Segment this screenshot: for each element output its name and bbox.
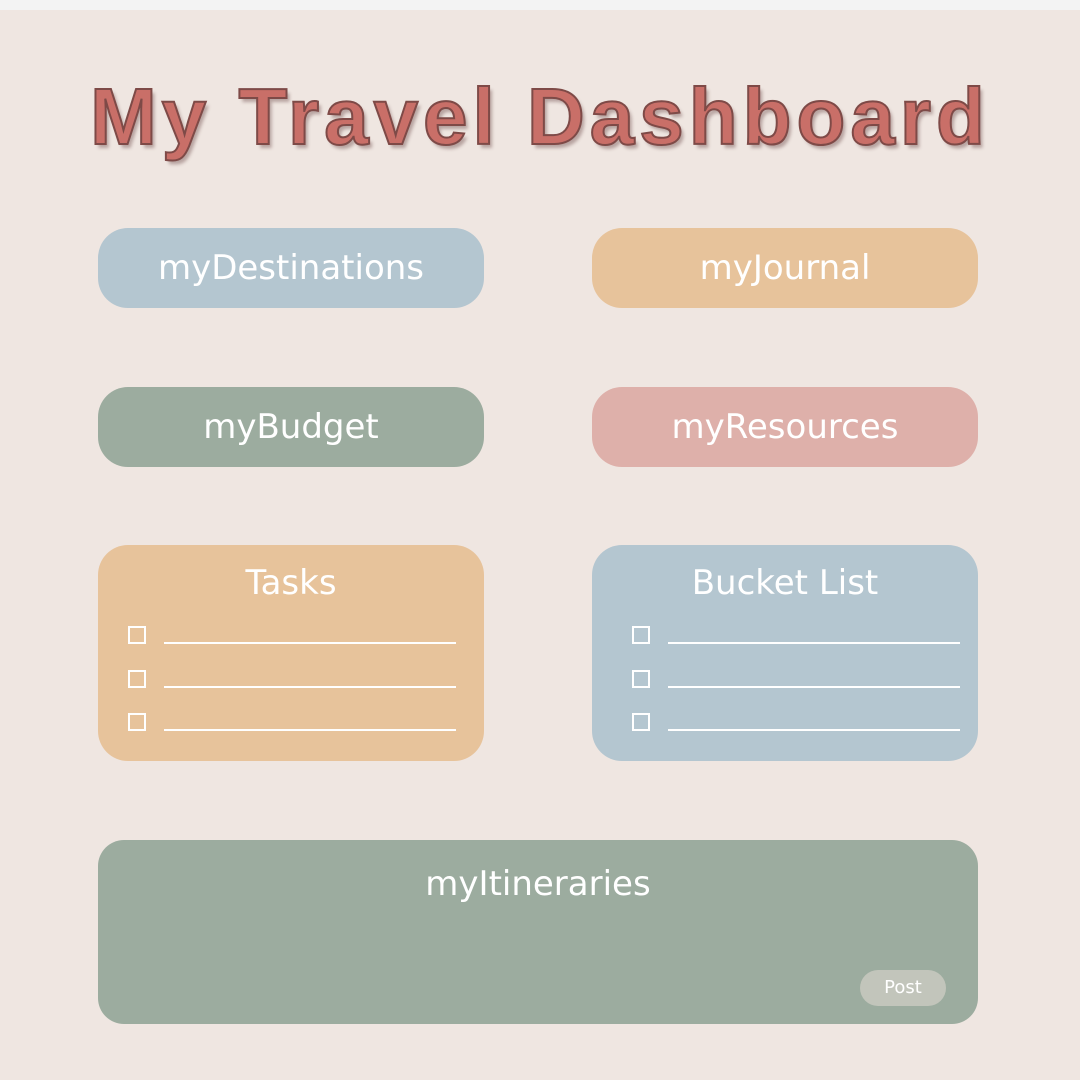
my-budget-button[interactable]: myBudget bbox=[98, 387, 484, 467]
bucket-list-line[interactable] bbox=[668, 729, 960, 731]
page-title: My Travel Dashboard bbox=[89, 71, 990, 162]
my-destinations-button[interactable]: myDestinations bbox=[98, 228, 484, 308]
task-checkbox[interactable] bbox=[128, 626, 146, 644]
top-strip bbox=[0, 0, 1080, 10]
bucket-list-title: Bucket List bbox=[691, 563, 879, 603]
my-journal-button[interactable]: myJournal bbox=[592, 228, 978, 308]
bucket-list-checkbox[interactable] bbox=[632, 670, 650, 688]
bucket-list-line[interactable] bbox=[668, 642, 960, 644]
itineraries-title: myItineraries bbox=[425, 864, 651, 904]
bucket-list-row bbox=[632, 713, 962, 737]
my-resources-button[interactable]: myResources bbox=[592, 387, 978, 467]
post-button[interactable]: Post bbox=[860, 970, 946, 1006]
task-line[interactable] bbox=[164, 729, 456, 731]
task-checkbox[interactable] bbox=[128, 713, 146, 731]
task-row bbox=[128, 670, 458, 694]
tasks-title: Tasks bbox=[245, 563, 337, 603]
bucket-list-card: Bucket List bbox=[592, 545, 978, 761]
bucket-list-checkbox[interactable] bbox=[632, 713, 650, 731]
bucket-list-checkbox[interactable] bbox=[632, 626, 650, 644]
itineraries-card: myItineraries Post bbox=[98, 840, 978, 1024]
bucket-list-row bbox=[632, 670, 962, 694]
task-row bbox=[128, 713, 458, 737]
task-line[interactable] bbox=[164, 642, 456, 644]
task-checkbox[interactable] bbox=[128, 670, 146, 688]
task-row bbox=[128, 626, 458, 650]
bucket-list-row bbox=[632, 626, 962, 650]
bucket-list-line[interactable] bbox=[668, 686, 960, 688]
task-line[interactable] bbox=[164, 686, 456, 688]
tasks-card: Tasks bbox=[98, 545, 484, 761]
